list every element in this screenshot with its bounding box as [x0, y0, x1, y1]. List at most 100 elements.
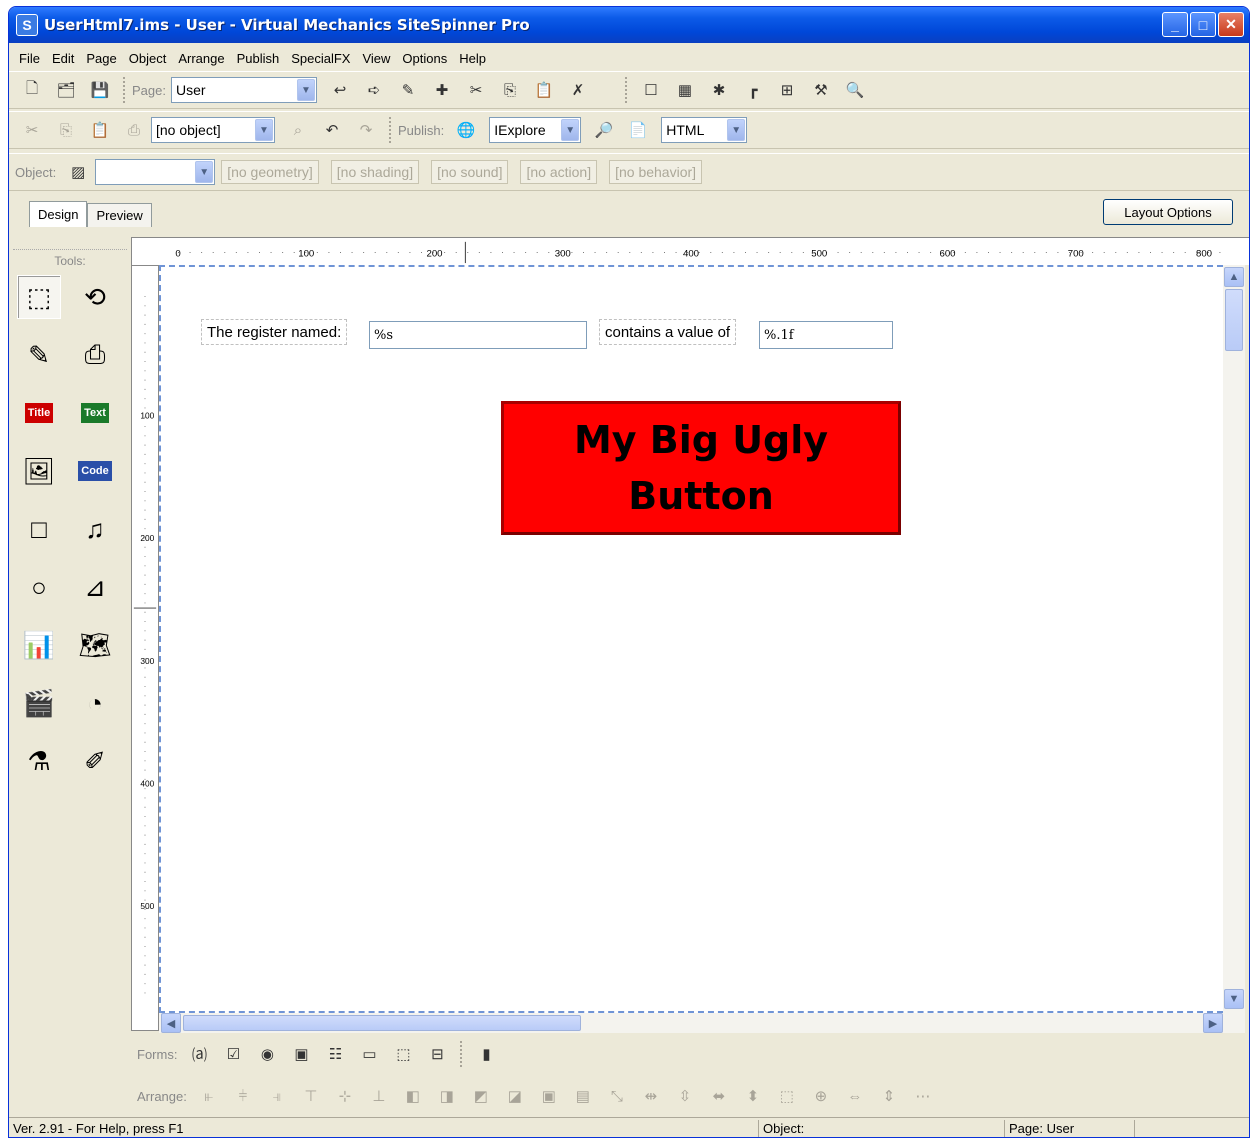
tools-icon[interactable]: ⚒ — [810, 79, 832, 101]
save-icon[interactable]: 💾 — [89, 79, 111, 101]
flip-icon[interactable]: ⤡ — [606, 1085, 628, 1107]
distribute-icon[interactable]: ⋯ — [912, 1085, 934, 1107]
horizontal-scroll-thumb[interactable] — [183, 1015, 581, 1031]
menu-object[interactable]: Object — [123, 51, 173, 66]
center-page-icon[interactable]: ⊕ — [810, 1085, 832, 1107]
close-button[interactable]: ✕ — [1218, 12, 1244, 37]
bring-forward-icon[interactable]: ◨ — [436, 1085, 458, 1107]
tab-preview[interactable]: Preview — [87, 203, 152, 227]
behavior-field[interactable]: [no behavior] — [609, 160, 703, 184]
object-type-icon[interactable]: ▨ — [67, 161, 89, 183]
circle-tool-icon[interactable]: ○ — [17, 565, 61, 609]
chevron-down-icon[interactable]: ▼ — [727, 119, 746, 141]
menu-edit[interactable]: Edit — [46, 51, 80, 66]
align-left-icon[interactable]: ⫦ — [198, 1085, 220, 1107]
menu-arrange[interactable]: Arrange — [172, 51, 230, 66]
ungroup-icon[interactable]: ▤ — [572, 1085, 594, 1107]
align-middle-icon[interactable]: ⊹ — [334, 1085, 356, 1107]
menu-publish[interactable]: Publish — [231, 51, 286, 66]
guides-icon[interactable]: ┏ — [742, 79, 764, 101]
register-value-field[interactable]: %.1f — [759, 321, 893, 349]
action-field[interactable]: [no action] — [520, 160, 598, 184]
path-edit-tool-icon[interactable]: ✎ — [17, 333, 61, 377]
chevron-down-icon[interactable]: ▼ — [195, 161, 214, 183]
open-icon[interactable]: 🗂 — [55, 79, 77, 101]
undo-icon[interactable]: ↶ — [321, 119, 343, 141]
page-properties-icon[interactable]: ✎ — [397, 79, 419, 101]
send-backward-icon[interactable]: ◩ — [470, 1085, 492, 1107]
code-tool-icon[interactable]: Code — [73, 449, 117, 493]
copy-page-icon[interactable]: ⎘ — [499, 79, 521, 101]
menu-specialfx[interactable]: SpecialFX — [285, 51, 356, 66]
shading-field[interactable]: [no shading] — [330, 160, 420, 184]
rectangle-tool-icon[interactable]: □ — [17, 507, 61, 551]
chart-tool-icon[interactable]: 📊 — [17, 623, 61, 667]
tab-design[interactable]: Design — [29, 201, 88, 227]
object-select[interactable]: [no object] ▼ — [151, 117, 275, 143]
form-radio-icon[interactable]: ◉ — [256, 1043, 278, 1065]
fit-height-icon[interactable]: ⇕ — [878, 1085, 900, 1107]
snap-icon[interactable]: ✱ — [708, 79, 730, 101]
redo-icon[interactable]: ↷ — [355, 119, 377, 141]
new-page-icon[interactable]: 🗋 — [21, 79, 43, 101]
contains-value-label[interactable]: contains a value of — [599, 319, 737, 345]
send-back-icon[interactable]: ◪ — [504, 1085, 526, 1107]
cut-icon[interactable]: ✂ — [21, 119, 43, 141]
align-bottom-icon[interactable]: ⊥ — [368, 1085, 390, 1107]
fit-width-icon[interactable]: ⇔ — [844, 1085, 866, 1107]
globe-icon[interactable]: 🌐 — [455, 119, 477, 141]
vertical-scroll-thumb[interactable] — [1225, 289, 1243, 351]
chevron-down-icon[interactable]: ▼ — [561, 119, 580, 141]
copy-icon[interactable]: ⎘ — [55, 119, 77, 141]
sound-field[interactable]: [no sound] — [431, 160, 509, 184]
align-icon[interactable]: ⊞ — [776, 79, 798, 101]
form-hidden-field-icon[interactable]: ⬚ — [392, 1043, 414, 1065]
big-ugly-button[interactable]: My Big Ugly Button — [501, 401, 901, 535]
menu-page[interactable]: Page — [80, 51, 122, 66]
media-tool-icon[interactable]: ♫ — [73, 507, 117, 551]
rotate-tool-icon[interactable]: ⟲ — [73, 275, 117, 319]
zoom-icon[interactable]: 🔍 — [844, 79, 866, 101]
space-horizontal-icon[interactable]: ⇹ — [640, 1085, 662, 1107]
menu-options[interactable]: Options — [396, 51, 453, 66]
find-icon[interactable]: ⌕ — [287, 119, 309, 141]
print-icon[interactable]: ⎙ — [123, 119, 145, 141]
browser-select[interactable]: IExplore ▼ — [489, 117, 582, 143]
form-checkbox-icon[interactable]: ☑ — [222, 1043, 244, 1065]
form-folder-icon[interactable]: ▮ — [475, 1043, 497, 1065]
image-tool-icon[interactable]: 🖼 — [17, 449, 61, 493]
align-right-icon[interactable]: ⫣ — [266, 1085, 288, 1107]
page-forward-icon[interactable]: ➪ — [363, 79, 385, 101]
space-vertical-icon[interactable]: ⇳ — [674, 1085, 696, 1107]
minimize-button[interactable]: _ — [1162, 12, 1188, 37]
page-back-icon[interactable]: ↩ — [329, 79, 351, 101]
image-map-tool-icon[interactable]: 🗺 — [73, 623, 117, 667]
design-canvas[interactable]: The register named: %s contains a value … — [159, 265, 1223, 1013]
register-named-label[interactable]: The register named: — [201, 319, 348, 345]
geometry-field[interactable]: [no geometry] — [221, 160, 319, 184]
horizontal-scrollbar[interactable]: ◀ ▶ — [159, 1013, 1245, 1033]
menu-view[interactable]: View — [356, 51, 396, 66]
delete-page-icon[interactable]: ✗ — [567, 79, 589, 101]
same-height-icon[interactable]: ⬍ — [742, 1085, 764, 1107]
same-width-icon[interactable]: ⬌ — [708, 1085, 730, 1107]
vertical-scrollbar[interactable]: ▲ ▼ — [1223, 265, 1245, 1013]
form-list-icon[interactable]: ☷ — [324, 1043, 346, 1065]
scroll-down-icon[interactable]: ▼ — [1224, 989, 1244, 1009]
preview-icon[interactable]: 🔎 — [593, 119, 615, 141]
menu-file[interactable]: File — [13, 51, 46, 66]
align-top-icon[interactable]: ⊤ — [300, 1085, 322, 1107]
register-name-field[interactable]: %s — [369, 321, 587, 349]
layout-options-button[interactable]: Layout Options — [1103, 199, 1233, 225]
page-select[interactable]: User ▼ — [170, 77, 317, 103]
title-bar[interactable]: S UserHtml7.ims - User - Virtual Mechani… — [9, 7, 1249, 43]
stamp-tool-icon[interactable]: ⎙ — [73, 333, 117, 377]
form-text-field-icon[interactable]: ⒜ — [188, 1043, 210, 1065]
menu-help[interactable]: Help — [453, 51, 492, 66]
scroll-right-icon[interactable]: ▶ — [1203, 1013, 1223, 1033]
chevron-down-icon[interactable]: ▼ — [255, 119, 273, 141]
grid-icon[interactable]: ▦ — [674, 79, 696, 101]
title-tool-icon[interactable]: Title — [17, 391, 61, 435]
select-tool-icon[interactable]: ⬚ — [17, 275, 61, 319]
form-button-icon[interactable]: ⊟ — [426, 1043, 448, 1065]
